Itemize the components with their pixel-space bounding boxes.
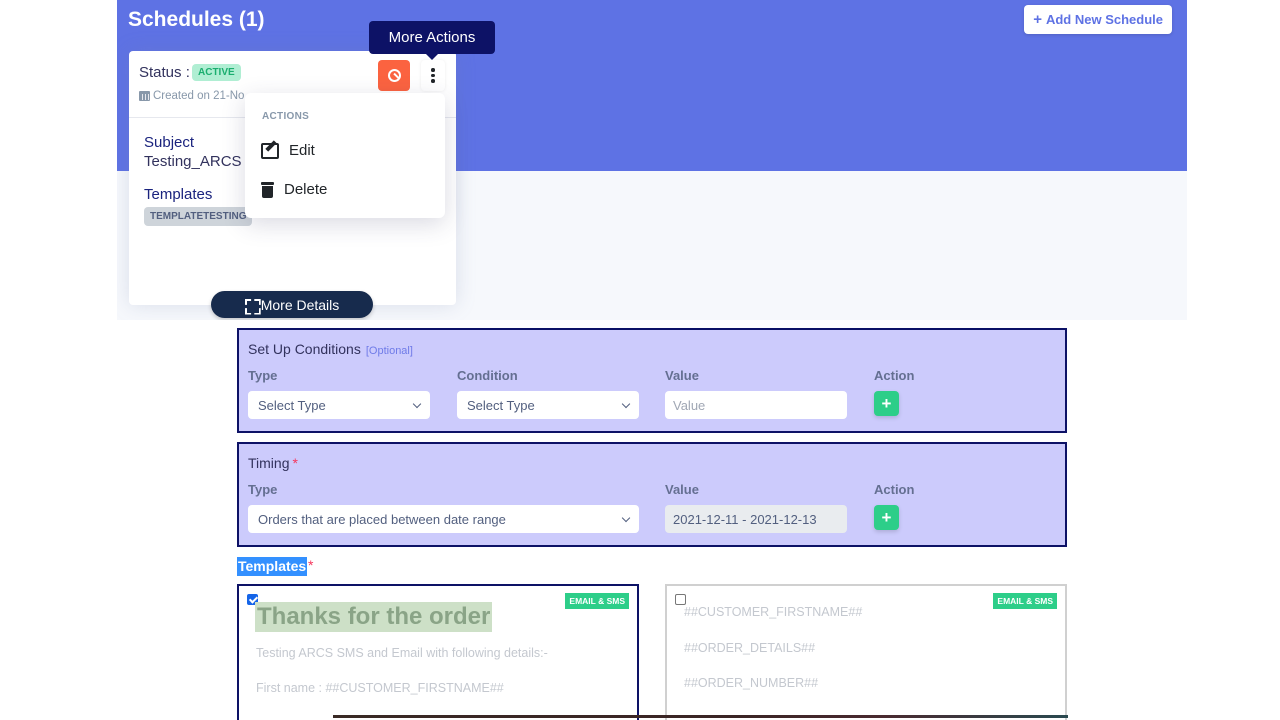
condition-type-select[interactable]: Select Type bbox=[248, 391, 430, 419]
condition-value-input[interactable]: Value bbox=[665, 391, 847, 419]
more-actions-button[interactable] bbox=[421, 60, 445, 91]
add-condition-button[interactable]: + bbox=[874, 391, 899, 416]
menu-item-delete[interactable]: Delete bbox=[261, 181, 327, 198]
optional-tag: [Optional] bbox=[365, 345, 413, 357]
template-line: Testing ARCS SMS and Email with followin… bbox=[256, 646, 548, 660]
column-label-action: Action bbox=[874, 368, 915, 383]
required-marker: * bbox=[308, 557, 314, 573]
template-headline: Thanks for the order bbox=[255, 602, 493, 632]
ban-icon bbox=[387, 69, 401, 82]
column-label-action: Action bbox=[874, 482, 915, 497]
template-line: ##ORDER_NUMBER## bbox=[684, 676, 819, 690]
kebab-dot bbox=[431, 79, 435, 83]
menu-item-delete-label: Delete bbox=[284, 181, 328, 198]
page-title: Schedules (1) bbox=[128, 8, 265, 31]
actions-dropdown-menu: ACTIONS Edit Delete bbox=[245, 93, 445, 218]
column-label-type: Type bbox=[248, 482, 278, 497]
status-badge: ACTIVE bbox=[192, 64, 241, 81]
template-line: ##CUSTOMER_FIRSTNAME## bbox=[684, 605, 863, 619]
conditions-section: Set Up Conditions [Optional] Type Conditi… bbox=[237, 328, 1067, 433]
created-date-text: Created on 21-No bbox=[153, 90, 245, 102]
chevron-down-icon bbox=[621, 513, 631, 522]
column-label-condition: Condition bbox=[457, 368, 518, 383]
bottom-edge-divider bbox=[333, 715, 1068, 718]
chevron-down-icon bbox=[412, 399, 422, 408]
more-details-button[interactable]: More Details bbox=[211, 291, 373, 318]
add-new-schedule-button[interactable]: + Add New Schedule bbox=[1024, 5, 1172, 34]
edit-icon bbox=[261, 142, 279, 159]
plus-icon: + bbox=[1033, 11, 1042, 28]
expand-icon bbox=[245, 299, 257, 311]
deactivate-button[interactable] bbox=[378, 60, 410, 91]
add-new-schedule-label: Add New Schedule bbox=[1045, 12, 1163, 27]
required-marker: * bbox=[292, 455, 298, 471]
column-label-value: Value bbox=[665, 482, 699, 497]
conditions-title-text: Set Up Conditions bbox=[248, 341, 361, 357]
date-range-input[interactable]: 2021-12-11 - 2021-12-13 bbox=[665, 505, 847, 533]
column-label-type: Type bbox=[248, 368, 278, 383]
template-type-badge: EMAIL & SMS bbox=[565, 593, 629, 609]
column-label-value: Value bbox=[665, 368, 699, 383]
created-date: Created on 21-No bbox=[139, 90, 244, 102]
template-card[interactable]: EMAIL & SMS ##CUSTOMER_FIRSTNAME## ##ORD… bbox=[665, 584, 1067, 720]
templates-heading: Templates bbox=[237, 557, 308, 576]
chevron-down-icon bbox=[621, 399, 631, 408]
template-chip: TEMPLATETESTING bbox=[144, 207, 253, 226]
actions-menu-header: ACTIONS bbox=[262, 111, 310, 122]
menu-item-edit[interactable]: Edit bbox=[261, 142, 315, 159]
add-timing-button[interactable]: + bbox=[874, 505, 899, 530]
timing-type-select-value: Orders that are placed between date rang… bbox=[258, 511, 506, 527]
conditions-title: Set Up Conditions [Optional] bbox=[248, 341, 413, 357]
status-label: Status : bbox=[139, 64, 190, 81]
calendar-icon bbox=[139, 91, 150, 101]
timing-type-select[interactable]: Orders that are placed between date rang… bbox=[248, 505, 639, 533]
more-actions-tooltip: More Actions bbox=[369, 21, 495, 60]
menu-item-edit-label: Edit bbox=[289, 142, 315, 159]
condition-operator-select[interactable]: Select Type bbox=[457, 391, 639, 419]
template-type-badge: EMAIL & SMS bbox=[993, 593, 1057, 609]
timing-title-text: Timing bbox=[248, 455, 290, 471]
condition-type-select-value: Select Type bbox=[258, 397, 326, 413]
condition-operator-select-value: Select Type bbox=[467, 397, 535, 413]
kebab-dot bbox=[431, 68, 435, 72]
timing-title: Timing * bbox=[248, 455, 298, 471]
template-card[interactable]: EMAIL & SMS Thanks for the order Testing… bbox=[237, 584, 639, 720]
more-details-label: More Details bbox=[260, 296, 340, 313]
timing-section: Timing * Type Value Action Orders that ar… bbox=[237, 442, 1067, 547]
template-line: First name : ##CUSTOMER_FIRSTNAME## bbox=[256, 681, 504, 695]
template-checkbox[interactable] bbox=[675, 594, 686, 605]
template-line: ##ORDER_DETAILS## bbox=[684, 641, 816, 655]
kebab-dot bbox=[431, 73, 435, 78]
trash-icon bbox=[261, 181, 274, 198]
